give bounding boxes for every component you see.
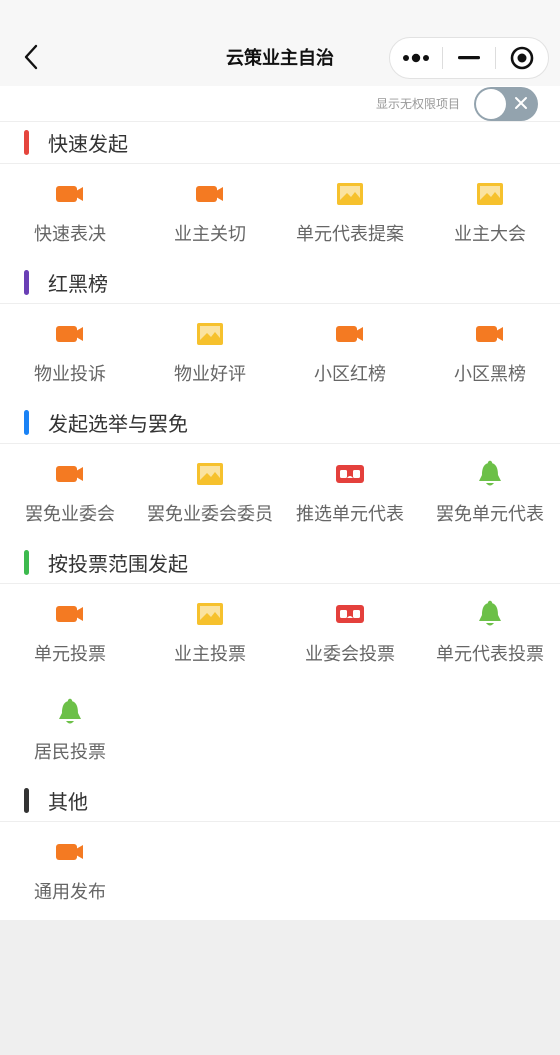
video-camera-icon: [196, 181, 224, 207]
section-color-bar: [24, 270, 29, 295]
action-label: 业委会投票: [305, 644, 395, 665]
video-camera-icon: [56, 321, 84, 347]
action-label: 推选单元代表: [296, 504, 404, 525]
action-label: 小区红榜: [314, 364, 386, 385]
video-camera-icon: [336, 321, 364, 347]
section-header: 红黑榜: [0, 262, 560, 304]
vr-glasses-icon: [336, 461, 364, 487]
close-miniprogram-button[interactable]: [496, 38, 548, 78]
section-title: 其他: [48, 790, 88, 814]
picture-icon: [336, 181, 364, 207]
section-header: 其他: [0, 780, 560, 822]
section-color-bar: [24, 788, 29, 813]
video-camera-icon: [56, 839, 84, 865]
action-label: 通用发布: [34, 882, 106, 903]
action-item[interactable]: 单元代表投票: [420, 584, 560, 682]
picture-icon: [196, 321, 224, 347]
picture-icon: [196, 461, 224, 487]
section-color-bar: [24, 130, 29, 155]
section-color-bar: [24, 550, 29, 575]
action-grid: 快速表决 业主关切 单元代表提案 业主大会: [0, 164, 560, 262]
action-label: 居民投票: [34, 742, 106, 763]
action-label: 单元代表提案: [296, 224, 404, 245]
action-label: 业主投票: [174, 644, 246, 665]
action-label: 物业投诉: [34, 364, 106, 385]
minimize-button[interactable]: [443, 38, 495, 78]
action-item[interactable]: 小区黑榜: [420, 304, 560, 402]
action-item[interactable]: 居民投票: [0, 682, 140, 780]
action-item[interactable]: 单元代表提案: [280, 164, 420, 262]
action-label: 物业好评: [174, 364, 246, 385]
section-header: 发起选举与罢免: [0, 402, 560, 444]
toggle-label: 显示无权限项目: [375, 97, 460, 111]
action-item[interactable]: 单元投票: [0, 584, 140, 682]
action-item[interactable]: 业主大会: [420, 164, 560, 262]
action-label: 业主大会: [454, 224, 526, 245]
vr-glasses-icon: [336, 601, 364, 627]
action-item[interactable]: 业主投票: [140, 584, 280, 682]
action-item[interactable]: 快速表决: [0, 164, 140, 262]
action-grid: 罢免业委会 罢免业委会委员 推选单元代表 罢免单元代表: [0, 444, 560, 542]
picture-icon: [196, 601, 224, 627]
miniprogram-capsule: [389, 37, 549, 79]
action-grid: 单元投票 业主投票 业委会投票 单元代表投票居民投票: [0, 584, 560, 780]
action-item[interactable]: 业委会投票: [280, 584, 420, 682]
action-item[interactable]: 罢免业委会: [0, 444, 140, 542]
action-label: 单元投票: [34, 644, 106, 665]
video-camera-icon: [56, 601, 84, 627]
section-title: 红黑榜: [48, 272, 108, 296]
section-title: 发起选举与罢免: [48, 412, 188, 436]
main-content: 显示无权限项目 快速发起快速表决 业主关切 单元代表提案 业主大会红黑榜物业投诉 物业好…: [0, 86, 560, 920]
close-icon: [515, 96, 527, 109]
bell-icon: [56, 698, 84, 725]
action-grid: 通用发布: [0, 822, 560, 920]
section-list: 快速发起快速表决 业主关切 单元代表提案 业主大会红黑榜物业投诉 物业好评 小区红榜 小区黑…: [0, 122, 560, 920]
action-label: 单元代表投票: [436, 644, 544, 665]
action-label: 罢免业委会委员: [147, 504, 273, 525]
section-title: 快速发起: [48, 132, 128, 156]
action-item[interactable]: 通用发布: [0, 822, 140, 920]
video-camera-icon: [476, 321, 504, 347]
action-label: 小区黑榜: [454, 364, 526, 385]
action-item[interactable]: 罢免单元代表: [420, 444, 560, 542]
action-item[interactable]: 业主关切: [140, 164, 280, 262]
target-circle-icon: [510, 46, 534, 70]
bell-icon: [476, 600, 504, 627]
minus-icon: [458, 56, 480, 60]
action-item[interactable]: 物业好评: [140, 304, 280, 402]
action-item[interactable]: 小区红榜: [280, 304, 420, 402]
more-dots-icon: [403, 53, 429, 63]
action-item[interactable]: 推选单元代表: [280, 444, 420, 542]
more-button[interactable]: [390, 38, 442, 78]
action-item[interactable]: 物业投诉: [0, 304, 140, 402]
section-color-bar: [24, 410, 29, 435]
bell-icon: [476, 460, 504, 487]
section-title: 按投票范围发起: [48, 552, 188, 576]
section-header: 快速发起: [0, 122, 560, 164]
action-label: 罢免业委会: [25, 504, 115, 525]
permission-toggle-row: 显示无权限项目: [0, 86, 560, 122]
action-label: 快速表决: [34, 224, 106, 245]
action-item[interactable]: 罢免业委会委员: [140, 444, 280, 542]
switch-knob: [476, 88, 506, 119]
section-header: 按投票范围发起: [0, 542, 560, 584]
action-grid: 物业投诉 物业好评 小区红榜 小区黑榜: [0, 304, 560, 402]
action-label: 业主关切: [174, 224, 246, 245]
show-unauthorized-switch[interactable]: [474, 86, 538, 121]
picture-icon: [476, 181, 504, 207]
video-camera-icon: [56, 181, 84, 207]
navigation-bar: 云策业主自治: [0, 0, 560, 86]
action-label: 罢免单元代表: [436, 504, 544, 525]
video-camera-icon: [56, 461, 84, 487]
